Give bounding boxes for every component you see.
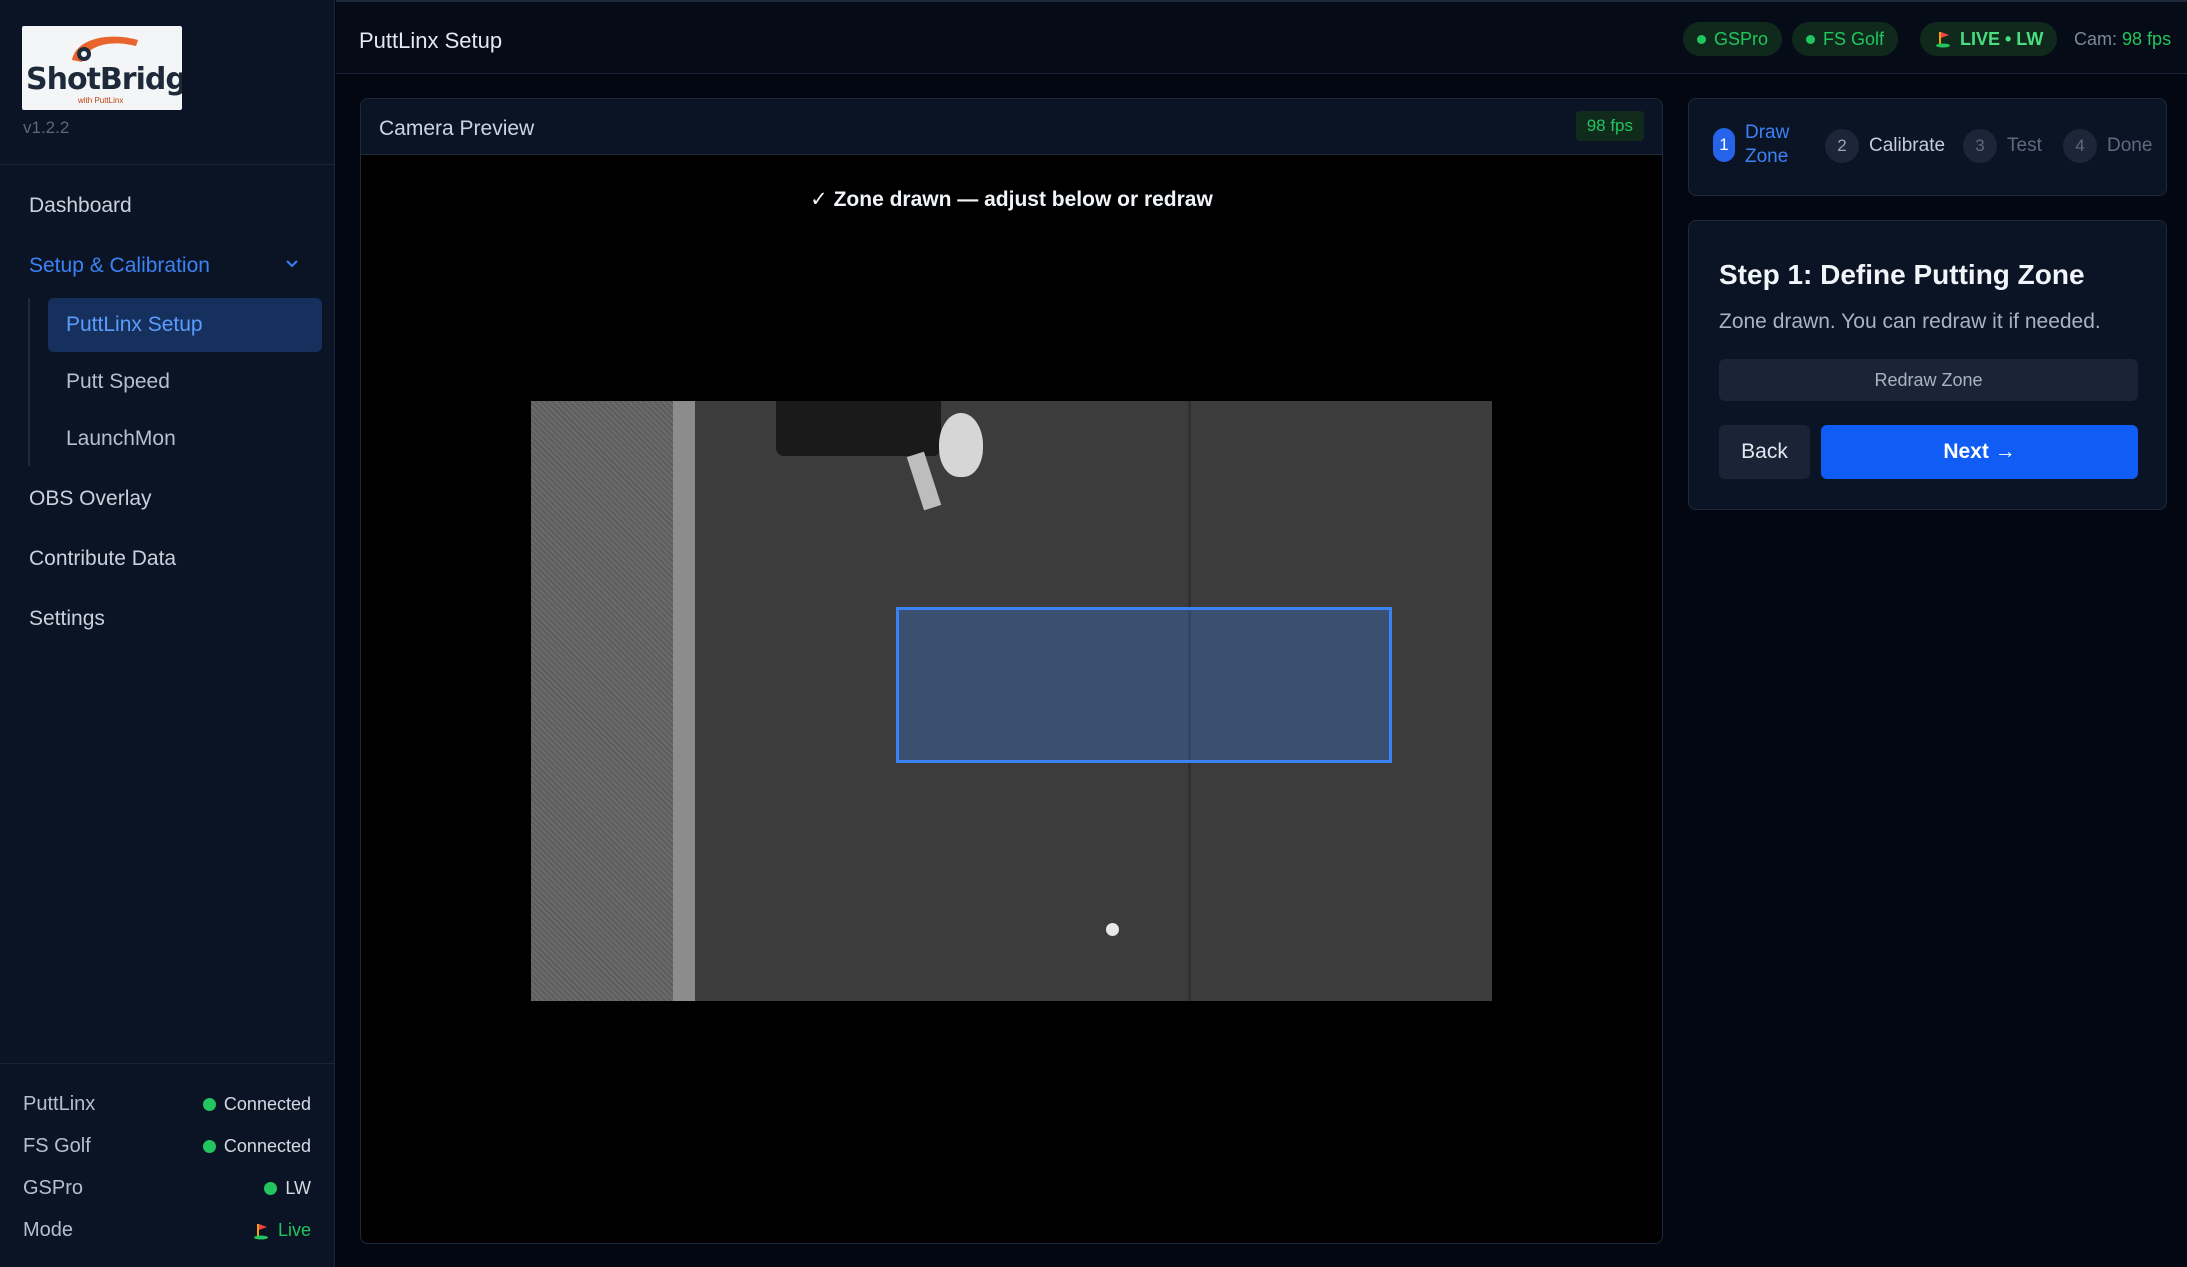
page-title: PuttLinx Setup [359, 28, 503, 53]
status-label: FS Golf [23, 1135, 91, 1157]
nav-puttlinx-setup[interactable]: PuttLinx Setup [48, 298, 322, 352]
status-dot-icon [1806, 34, 1815, 44]
live-mode-pill[interactable]: LIVE • LW [1920, 22, 2058, 56]
top-bar: PuttLinx Setup GSPro FS Golf LIVE • LW C… [336, 0, 2187, 74]
logo-wordmark: ShotBridge [26, 62, 182, 97]
step-number: 1 [1713, 128, 1735, 162]
step-number: 4 [2063, 129, 2097, 163]
status-row-fsgolf: FS Golf Connected [23, 1133, 311, 1163]
step-label: Draw Zone [1745, 122, 1790, 167]
feed-putter [906, 451, 942, 511]
status-dot-icon [202, 1140, 216, 1153]
nav-launchmon[interactable]: LaunchMon [48, 412, 322, 466]
app-version: v1.2.2 [23, 118, 70, 137]
pill-label: FS Golf [1823, 28, 1885, 49]
status-value: Connected [202, 1094, 311, 1115]
step-test[interactable]: 3 Test [1963, 129, 2042, 163]
fsgolf-status-pill[interactable]: FS Golf [1792, 22, 1899, 56]
next-button[interactable]: Next → [1821, 425, 2138, 479]
step-draw-zone[interactable]: 1 Draw Zone [1713, 121, 1797, 169]
status-value: LW [264, 1178, 311, 1199]
feed-object [776, 401, 941, 456]
nav-putt-speed[interactable]: Putt Speed [48, 355, 322, 409]
status-text: Connected [223, 1094, 311, 1114]
step-label: Calibrate [1869, 135, 1946, 156]
status-row-puttlinx: PuttLinx Connected [23, 1091, 311, 1121]
sidebar: ShotBridge with PuttLinx v1.2.2 Dashboar… [0, 0, 335, 1267]
preview-title: Camera Preview [379, 117, 535, 140]
status-label: PuttLinx [23, 1093, 96, 1115]
nav-settings[interactable]: Settings [29, 607, 105, 631]
step-card: Step 1: Define Putting Zone Zone drawn. … [1688, 220, 2167, 510]
redraw-zone-button[interactable]: Redraw Zone [1719, 359, 2138, 401]
step-description: Zone drawn. You can redraw it if needed. [1719, 310, 2101, 333]
brand: ShotBridge with PuttLinx [22, 26, 182, 110]
camera-preview-panel: Camera Preview 98 fps ✓ Zone drawn — adj… [360, 98, 1663, 1244]
status-value: Connected [202, 1136, 311, 1157]
golf-flag-icon [1936, 32, 1950, 48]
status-divider [0, 1063, 335, 1064]
status-value: Live [252, 1220, 311, 1241]
cam-label: Cam: [2074, 29, 2118, 49]
feed-wall-area [531, 401, 689, 1001]
pill-label: GSPro [1714, 28, 1769, 49]
status-text: Connected [223, 1136, 311, 1156]
gspro-status-pill[interactable]: GSPro [1683, 22, 1783, 56]
step-calibrate[interactable]: 2 Calibrate [1825, 129, 1945, 163]
nav-setup-calibration[interactable]: Setup & Calibration [29, 254, 210, 278]
chevron-down-icon[interactable] [284, 256, 300, 272]
logo-text-shot: Shot [26, 62, 101, 97]
logo-swoosh-icon [72, 36, 138, 62]
putting-zone-rect[interactable] [896, 607, 1392, 763]
status-label: Mode [23, 1219, 74, 1241]
subnav-guide-line [28, 298, 30, 466]
nav-obs-overlay[interactable]: OBS Overlay [29, 487, 152, 511]
camera-feed[interactable] [531, 401, 1492, 1001]
sidebar-divider [0, 164, 335, 165]
camera-fps-readout: Cam: 98 fps [2074, 29, 2171, 50]
app-window: ShotBridge with PuttLinx v1.2.2 Dashboar… [0, 0, 2187, 1267]
pill-label: LIVE • LW [1960, 28, 2044, 49]
fps-badge: 98 fps [1575, 111, 1644, 141]
step-title: Step 1: Define Putting Zone [1719, 259, 2085, 290]
status-dot-icon [202, 1098, 216, 1111]
status-row-mode: Mode Live [23, 1217, 311, 1247]
cam-fps-value: 98 fps [2122, 29, 2172, 49]
logo-text-bridge: Bridge [99, 62, 182, 97]
logo-subtitle: with PuttLinx [78, 96, 124, 105]
step-label: Done [2107, 135, 2153, 156]
setup-stepper: 1 Draw Zone 2 Calibrate 3 Test 4 Done [1688, 98, 2167, 196]
step-number: 2 [1825, 129, 1859, 163]
step-done[interactable]: 4 Done [2063, 129, 2152, 163]
status-label: GSPro [23, 1177, 84, 1199]
status-text: Live [277, 1220, 311, 1240]
nav-contribute-data[interactable]: Contribute Data [29, 547, 176, 571]
shotbridge-logo[interactable]: ShotBridge with PuttLinx [22, 26, 182, 110]
status-dot-icon [264, 1182, 278, 1195]
back-button[interactable]: Back [1719, 425, 1810, 479]
feed-edge-strip [673, 401, 695, 1001]
step-label: Test [2007, 135, 2042, 156]
golf-ball [1106, 923, 1119, 936]
step-number: 3 [1963, 129, 1997, 163]
status-row-gspro: GSPro LW [23, 1175, 311, 1205]
feed-hand [939, 413, 983, 477]
zone-status-message: ✓ Zone drawn — adjust below or redraw [810, 188, 1213, 211]
nav-dashboard[interactable]: Dashboard [29, 194, 132, 218]
golf-flag-icon [253, 1223, 268, 1239]
status-text: LW [285, 1178, 311, 1198]
status-dot-icon [1697, 34, 1706, 44]
preview-header: Camera Preview 98 fps [361, 99, 1662, 155]
